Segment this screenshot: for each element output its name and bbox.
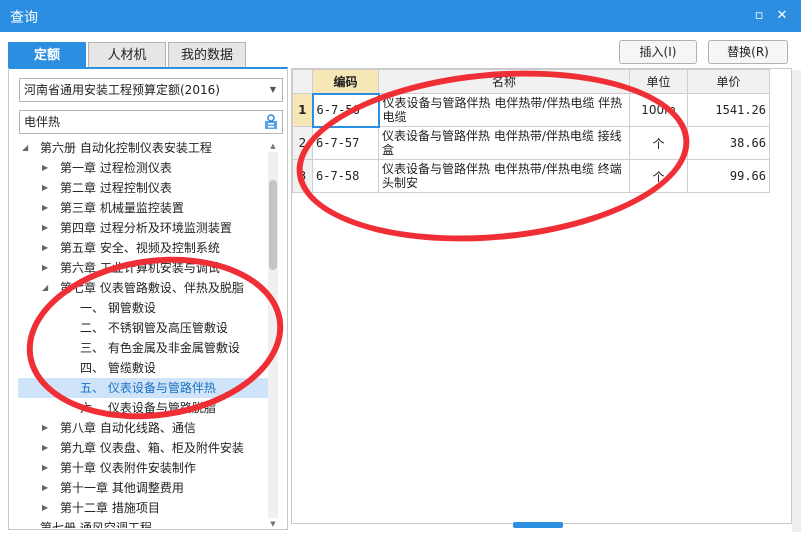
tab-quota[interactable]: 定额 [8, 42, 86, 68]
cell-price[interactable]: 38.66 [687, 126, 770, 160]
row-index: 1 [292, 93, 313, 127]
cell-price[interactable]: 1541.26 [687, 93, 770, 127]
chevron-right-icon[interactable]: ▶ [42, 418, 48, 438]
scrollbar-thumb[interactable] [269, 180, 277, 270]
search-value: 电伴热 [24, 115, 61, 129]
tab-my-data[interactable]: 我的数据 [168, 42, 246, 68]
scroll-up-icon[interactable]: ▲ [268, 141, 278, 151]
insert-button[interactable]: 插入(I) [619, 40, 697, 64]
column-header-price[interactable]: 单价 [687, 69, 770, 94]
tree-node[interactable]: 第七册 通风空调工程 [18, 518, 275, 528]
tree-node[interactable]: ▶ 第五章 安全、视频及控制系统 [18, 238, 275, 258]
chevron-right-icon[interactable]: ▶ [42, 178, 48, 198]
chevron-right-icon[interactable]: ▶ [42, 438, 48, 458]
tree-node[interactable]: ▶ 第三章 机械量监控装置 [18, 198, 275, 218]
column-header-code[interactable]: 编码 [312, 69, 379, 94]
tree-node[interactable]: ▶ 第十二章 措施项目 [18, 498, 275, 518]
quota-library-value: 河南省通用安装工程预算定额(2016) [24, 83, 220, 97]
window-title: 查询 [10, 10, 38, 26]
tree-node[interactable]: ▶ 第四章 过程分析及环境监测装置 [18, 218, 275, 238]
search-input[interactable]: 电伴热 [19, 110, 283, 134]
chevron-right-icon[interactable]: ▶ [42, 478, 48, 498]
chevron-right-icon[interactable]: ▶ [42, 258, 48, 278]
tree-node[interactable]: ▶ 第九章 仪表盘、箱、柜及附件安装 [18, 438, 275, 458]
window-titlebar: 查询 ▫ ✕ [0, 0, 801, 32]
tree-node[interactable]: ▶ 第十章 仪表附件安装制作 [18, 458, 275, 478]
chevron-down-icon[interactable]: ◢ [42, 278, 48, 298]
chevron-down-icon[interactable]: ▼ [270, 79, 276, 101]
cell-price[interactable]: 99.66 [687, 159, 770, 193]
tree-node[interactable]: ▶ 第八章 自动化线路、通信 [18, 418, 275, 438]
row-index-header [292, 69, 313, 94]
panel-splitter-handle[interactable] [513, 522, 563, 528]
close-icon[interactable]: ✕ [775, 9, 789, 23]
chevron-right-icon[interactable]: ▶ [42, 158, 48, 178]
scroll-down-icon[interactable]: ▼ [268, 519, 278, 529]
replace-button[interactable]: 替换(R) [708, 40, 788, 64]
chevron-right-icon[interactable]: ▶ [42, 238, 48, 258]
chevron-right-icon[interactable]: ▶ [42, 198, 48, 218]
chevron-down-icon[interactable]: ◢ [22, 138, 28, 158]
tree-node[interactable]: ▶ 第二章 过程控制仪表 [18, 178, 275, 198]
chevron-right-icon[interactable]: ▶ [42, 498, 48, 518]
search-filter-icon[interactable] [263, 114, 279, 130]
quota-library-select[interactable]: 河南省通用安装工程预算定额(2016) ▼ [19, 78, 283, 102]
tab-labor-material-machine[interactable]: 人材机 [88, 42, 166, 68]
restore-icon[interactable]: ▫ [752, 9, 766, 23]
tree-node[interactable]: ◢ 第六册 自动化控制仪表安装工程 [18, 138, 275, 158]
chevron-right-icon[interactable]: ▶ [42, 218, 48, 238]
tree-node[interactable]: ▶ 第十一章 其他调整费用 [18, 478, 275, 498]
right-edge-scrollbar [792, 70, 801, 532]
chevron-right-icon[interactable]: ▶ [42, 458, 48, 478]
tree-node[interactable]: ▶ 第一章 过程检测仪表 [18, 158, 275, 178]
